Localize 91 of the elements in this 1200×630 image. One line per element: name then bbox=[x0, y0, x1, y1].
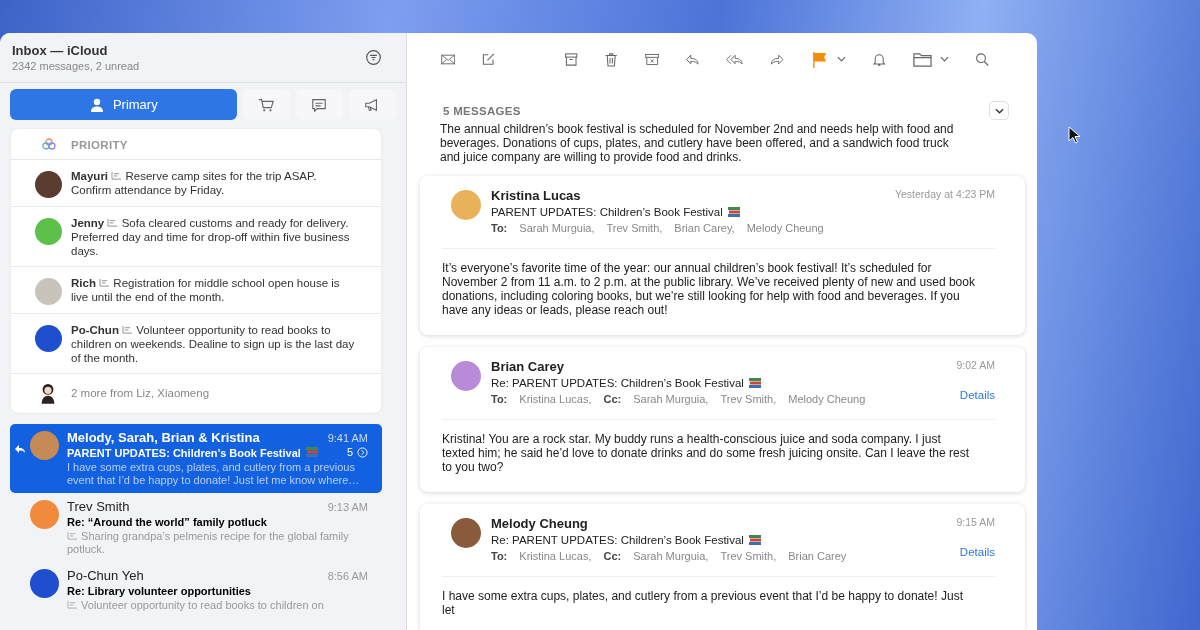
summary-icon bbox=[67, 531, 78, 540]
filter-icon[interactable] bbox=[365, 49, 382, 66]
sender-name: Po-Chun Yeh bbox=[67, 568, 145, 583]
recipient[interactable]: Brian Carey bbox=[788, 550, 847, 562]
chat-tab[interactable] bbox=[295, 89, 343, 120]
message-subject: Re: PARENT UPDATES: Children’s Book Festival bbox=[491, 377, 744, 389]
message-body: It’s everyone’s favorite time of the year: our annual children’s book festival! It’s scheduled for November 2 from 11 a.m. to 2 p.m. at the public library. We’ve received plenty of new and used book donations, including coloring books, but we’re still looking for help with food and beverages. If you have any ideas or leads, please reach out! bbox=[442, 261, 976, 317]
message-count: 2342 messages, 2 unread bbox=[12, 60, 140, 72]
archive-icon[interactable] bbox=[563, 50, 579, 68]
details-link[interactable]: Details bbox=[959, 389, 995, 401]
books-icon bbox=[726, 206, 741, 218]
sender-name: Trev Smith bbox=[67, 499, 131, 514]
summary-icon bbox=[107, 218, 119, 227]
message-time: 9:41 AM bbox=[327, 431, 368, 444]
recipient[interactable]: Sarah Murguia, bbox=[519, 222, 595, 234]
message-row[interactable]: Po-Chun Yeh 8:56 AM Re: Library volunteer opportunities Volunteer opportunity to read books to children on bbox=[10, 562, 382, 618]
collapse-button[interactable] bbox=[989, 101, 1009, 120]
recipient[interactable]: Sarah Murguia, bbox=[633, 550, 709, 562]
caret-icon[interactable] bbox=[837, 56, 847, 62]
message-subject: PARENT UPDATES: Children’s Book Festival bbox=[67, 447, 301, 459]
recipient[interactable]: Brian Carey, bbox=[674, 222, 735, 234]
recipient[interactable]: Trev Smith, bbox=[720, 550, 777, 562]
recipient[interactable]: Trev Smith, bbox=[720, 393, 777, 405]
chat-icon bbox=[311, 96, 328, 113]
recipient[interactable]: Kristina Lucas, bbox=[519, 550, 592, 562]
message-preview: Sharing grandpa’s pelmenis recipe for the global family potluck. bbox=[67, 530, 350, 556]
cart-tab[interactable] bbox=[242, 89, 290, 120]
message-subject: PARENT UPDATES: Children’s Book Festival bbox=[491, 206, 723, 218]
summary-icon bbox=[67, 600, 78, 609]
sender-name: Melody Cheung bbox=[491, 516, 589, 531]
recipient[interactable]: Melody Cheung bbox=[746, 222, 824, 234]
books-icon bbox=[747, 534, 762, 546]
trash-icon[interactable] bbox=[604, 50, 619, 68]
message-preview: I have some extra cups, plates, and cutlery from a previous event that I’d be happy to donate! Just let me know where… bbox=[67, 461, 361, 487]
caret-icon bbox=[994, 107, 1004, 114]
chevron-icon[interactable] bbox=[357, 446, 368, 458]
sender-name: Brian Carey bbox=[491, 359, 565, 374]
summary-icon bbox=[99, 278, 111, 287]
message-time: 9:02 AM bbox=[956, 359, 995, 371]
recipient[interactable]: Melody Cheung bbox=[788, 393, 866, 405]
priority-item[interactable]: Rich Registration for middle school open house is live until the end of the month. bbox=[11, 267, 381, 314]
priority-icon bbox=[41, 137, 57, 153]
mailbox-title: Inbox — iCloud bbox=[12, 43, 109, 58]
thread-summary: The annual children’s book festival is scheduled for November 2nd and needs help with food and beverages. Donations of cups, plates, and cutlery have been offered, and a sandwich food truck and juice company are willing to provide food and drinks. bbox=[439, 121, 955, 164]
books-icon bbox=[304, 446, 319, 458]
priority-item[interactable]: Po-Chun Volunteer opportunity to read books to children on weekends. Dealine to sign up is the last day of the month. bbox=[11, 314, 381, 374]
cc-label: Cc: bbox=[603, 393, 622, 405]
message-time: Yesterday at 4:23 PM bbox=[895, 188, 995, 200]
to-label: To: bbox=[491, 393, 508, 405]
message-subject: Re: “Around the world” family potluck bbox=[67, 516, 267, 528]
priority-summary: Mayuri Reserve camp sites for the trip ASAP. Confirm attendance by Friday. bbox=[71, 169, 318, 198]
to-label: To: bbox=[491, 550, 508, 562]
sender-name: Kristina Lucas bbox=[491, 188, 582, 203]
cc-label: Cc: bbox=[603, 550, 622, 562]
thread-count: 5 bbox=[346, 446, 353, 458]
priority-summary: Po-Chun Volunteer opportunity to read books to children on weekends. Dealine to sign up is the last day of the month. bbox=[71, 323, 356, 365]
message-preview: Volunteer opportunity to read books to children on bbox=[67, 599, 368, 612]
message-body: Kristina! You are a rock star. My buddy runs a health-conscious juice and soda company. I just texted him; he said he’d love to donate drinks and do some fresh juicing onsite. Can I leave the rest to you two? bbox=[442, 432, 970, 474]
message-subject: Re: PARENT UPDATES: Children’s Book Festival bbox=[491, 534, 744, 546]
folder-icon[interactable] bbox=[912, 50, 932, 68]
avatar-icon bbox=[39, 382, 57, 404]
message-time: 9:15 AM bbox=[956, 516, 995, 528]
message-subject: Re: Library volunteer opportunities bbox=[67, 585, 251, 597]
cart-icon bbox=[258, 96, 275, 113]
sender-name: Melody, Sarah, Brian & Kristina bbox=[67, 430, 261, 445]
priority-item[interactable]: Mayuri Reserve camp sites for the trip ASAP. Confirm attendance by Friday. bbox=[11, 160, 381, 207]
search-icon[interactable] bbox=[974, 50, 989, 68]
details-link[interactable]: Details bbox=[959, 546, 995, 558]
recipient[interactable]: Trev Smith, bbox=[606, 222, 663, 234]
to-label: To: bbox=[491, 222, 508, 234]
person-icon bbox=[88, 96, 105, 113]
thread-count-label: 5 MESSAGES bbox=[443, 104, 521, 117]
megaphone-tab[interactable] bbox=[348, 89, 396, 120]
caret-icon[interactable] bbox=[939, 56, 949, 62]
message-time: 9:13 AM bbox=[327, 500, 368, 513]
books-icon bbox=[747, 377, 762, 389]
priority-item[interactable]: Jenny Sofa cleared customs and ready for delivery. Preferred day and time for drop-off within five business days. bbox=[11, 207, 381, 267]
message-body: I have some extra cups, plates, and cutlery from a previous event that I’d be happy to donate! Just let bbox=[442, 589, 964, 617]
primary-tab[interactable]: Primary bbox=[10, 89, 237, 120]
message-row[interactable]: Trev Smith 9:13 AM Re: “Around the world” family potluck Sharing grandpa’s pelmenis recipe for the global family potluck. bbox=[10, 493, 382, 562]
pointer-icon bbox=[1068, 126, 1080, 144]
recipient[interactable]: Kristina Lucas, bbox=[519, 393, 592, 405]
priority-label: PRIORITY bbox=[71, 139, 128, 151]
summary-icon bbox=[122, 325, 134, 334]
recipient[interactable]: Sarah Murguia, bbox=[633, 393, 709, 405]
message-time: 8:56 AM bbox=[327, 569, 368, 582]
priority-summary: Jenny Sofa cleared customs and ready for delivery. Preferred day and time for drop-off within five business days. bbox=[71, 216, 351, 258]
more-senders[interactable]: 2 more from Liz, Xiaomeng bbox=[71, 387, 210, 399]
summary-icon bbox=[111, 171, 123, 180]
message-row[interactable] bbox=[10, 424, 382, 493]
priority-summary: Rich Registration for middle school open house is live until the end of the month. bbox=[71, 276, 341, 305]
